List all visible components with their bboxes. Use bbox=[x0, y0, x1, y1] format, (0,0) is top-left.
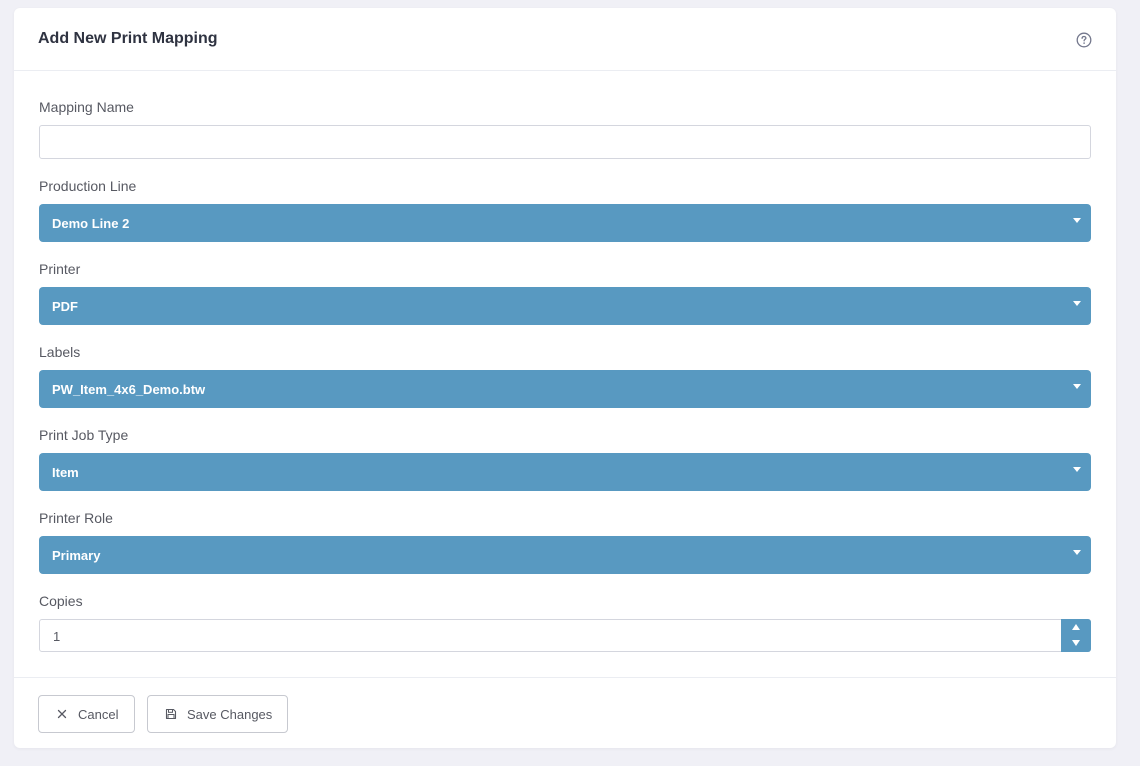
copies-stepper[interactable]: 1 bbox=[39, 619, 1091, 652]
save-changes-button[interactable]: Save Changes bbox=[147, 695, 288, 733]
mapping-name-input[interactable] bbox=[39, 125, 1091, 159]
card-footer: Cancel Save Changes bbox=[14, 677, 1116, 748]
printer-select[interactable]: PDF bbox=[39, 287, 1091, 325]
page-title: Add New Print Mapping bbox=[38, 30, 218, 47]
printer-role-label: Printer Role bbox=[39, 510, 113, 526]
printer-role-select[interactable]: Primary bbox=[39, 536, 1091, 574]
production-line-label: Production Line bbox=[39, 178, 137, 194]
labels-value: PW_Item_4x6_Demo.btw bbox=[52, 382, 206, 397]
cancel-label: Cancel bbox=[78, 706, 119, 722]
spin-down-icon[interactable] bbox=[1072, 640, 1080, 646]
mapping-name-label: Mapping Name bbox=[39, 99, 134, 115]
labels-select[interactable]: PW_Item_4x6_Demo.btw bbox=[39, 370, 1091, 408]
chevron-down-icon bbox=[1073, 467, 1081, 472]
question-circle-icon[interactable] bbox=[1076, 32, 1092, 48]
chevron-down-icon bbox=[1073, 301, 1081, 306]
print-job-type-select[interactable]: Item bbox=[39, 453, 1091, 491]
close-icon bbox=[56, 708, 68, 720]
chevron-down-icon bbox=[1073, 550, 1081, 555]
print-mapping-card: Add New Print Mapping Mapping Name Produ… bbox=[14, 8, 1116, 748]
printer-value: PDF bbox=[52, 299, 78, 314]
copies-spinner bbox=[1061, 619, 1091, 652]
chevron-down-icon bbox=[1073, 384, 1081, 389]
production-line-value: Demo Line 2 bbox=[52, 216, 130, 231]
cancel-button[interactable]: Cancel bbox=[38, 695, 135, 733]
labels-label: Labels bbox=[39, 344, 81, 360]
floppy-disk-icon bbox=[165, 708, 177, 720]
copies-value: 1 bbox=[53, 629, 61, 644]
printer-label: Printer bbox=[39, 261, 81, 277]
copies-label: Copies bbox=[39, 593, 83, 609]
print-job-type-label: Print Job Type bbox=[39, 427, 129, 443]
print-job-type-value: Item bbox=[52, 465, 79, 480]
production-line-select[interactable]: Demo Line 2 bbox=[39, 204, 1091, 242]
spin-up-icon[interactable] bbox=[1072, 624, 1080, 630]
printer-role-value: Primary bbox=[52, 548, 101, 563]
chevron-down-icon bbox=[1073, 218, 1081, 223]
card-header: Add New Print Mapping bbox=[14, 8, 1116, 71]
save-changes-label: Save Changes bbox=[187, 706, 273, 722]
